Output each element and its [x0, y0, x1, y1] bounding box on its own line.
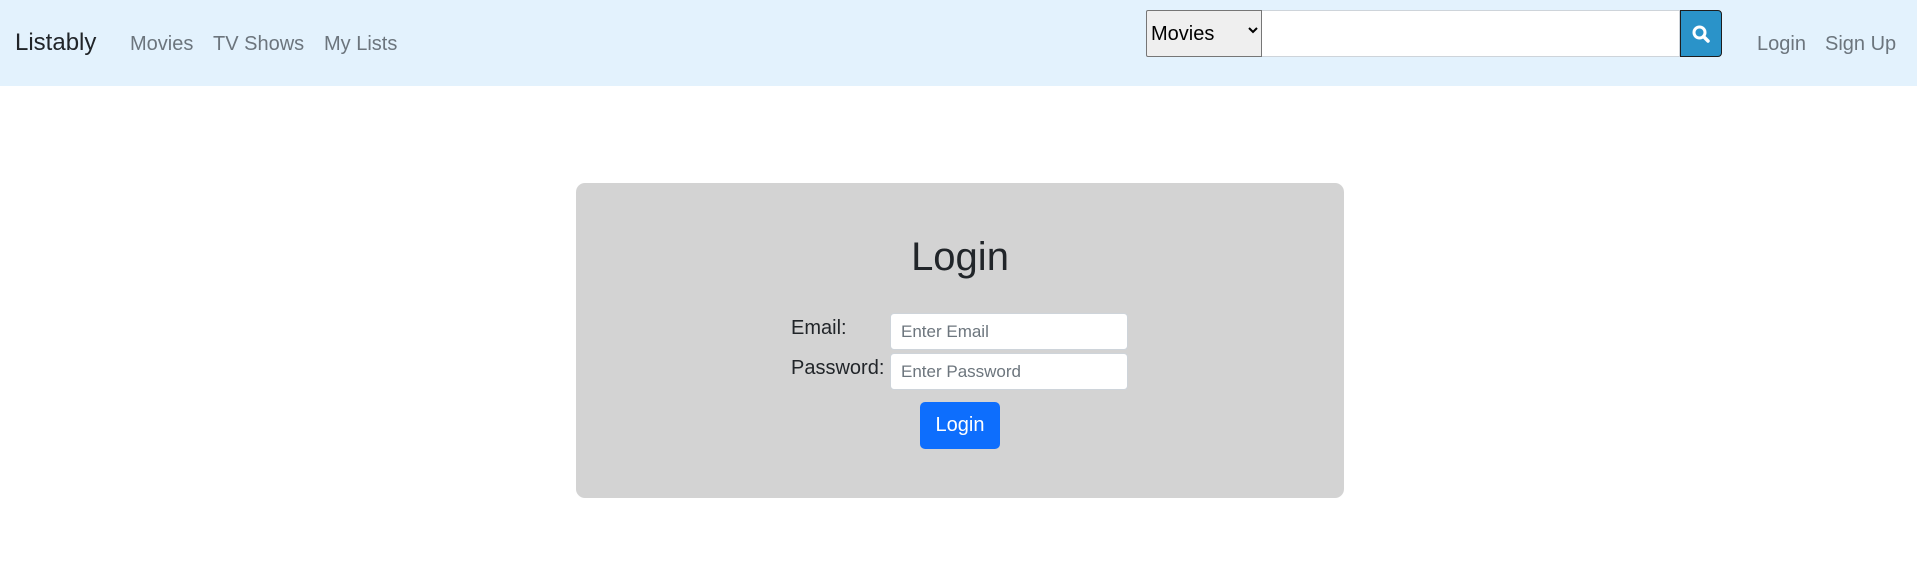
search-icon	[1692, 25, 1710, 43]
brand-logo[interactable]: Listably	[15, 29, 96, 57]
nav-link-movies[interactable]: Movies	[130, 32, 193, 56]
email-field[interactable]	[890, 313, 1128, 350]
login-submit-button[interactable]: Login	[920, 402, 1000, 449]
nav-link-sign-up[interactable]: Sign Up	[1825, 32, 1896, 56]
nav-link-tv-shows[interactable]: TV Shows	[213, 32, 304, 56]
password-label: Password:	[791, 357, 885, 379]
navbar: Listably Movies TV Shows My Lists Movies…	[0, 0, 1917, 86]
password-field[interactable]	[890, 353, 1128, 390]
login-title: Login	[911, 235, 1009, 279]
search-category-select[interactable]: Movies	[1146, 10, 1262, 57]
search-button[interactable]	[1680, 10, 1722, 57]
search-input[interactable]	[1262, 10, 1680, 57]
nav-link-my-lists[interactable]: My Lists	[324, 32, 397, 56]
nav-link-login[interactable]: Login	[1757, 32, 1806, 56]
email-label: Email:	[791, 317, 847, 339]
